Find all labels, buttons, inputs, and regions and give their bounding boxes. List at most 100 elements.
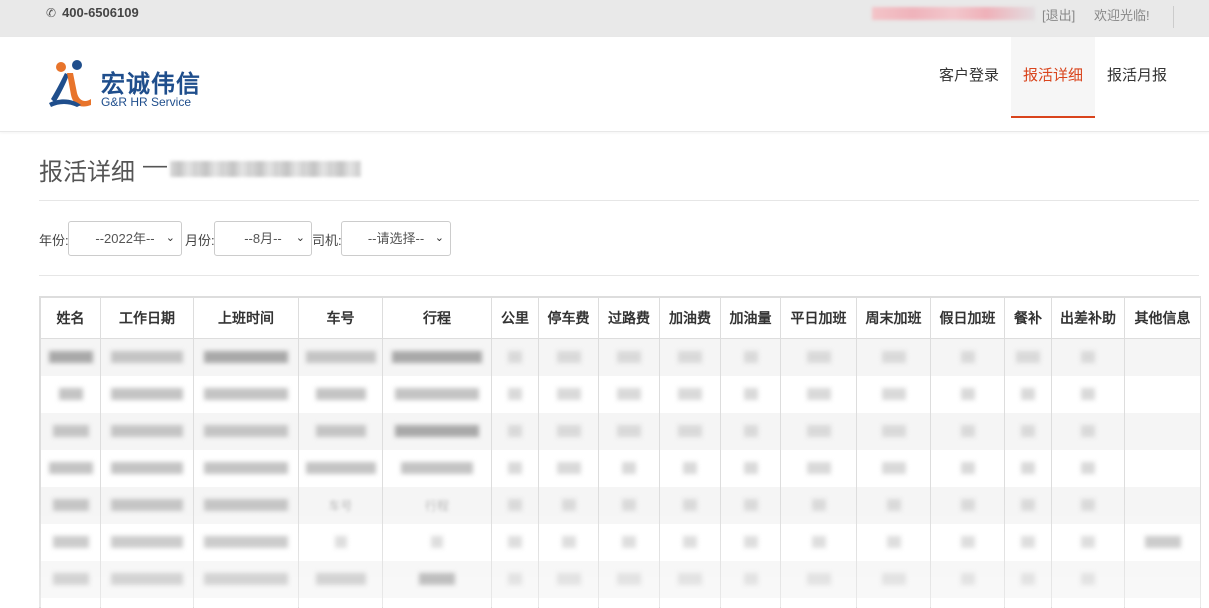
redacted-cell	[538, 338, 599, 376]
nav-report-monthly[interactable]: 报活月报	[1097, 37, 1177, 131]
redacted-cell	[491, 413, 539, 450]
redacted-cell	[193, 524, 299, 561]
redacted-cell	[720, 524, 781, 561]
redacted-title-name	[170, 161, 361, 177]
year-label: 年份:	[39, 233, 69, 248]
redacted-cell	[491, 524, 539, 561]
redacted-cell	[1051, 561, 1125, 598]
redacted-cell	[659, 450, 721, 487]
redacted-cell	[720, 413, 781, 450]
col-header-car-number[interactable]: 车号	[298, 297, 383, 339]
redacted-cell	[598, 561, 660, 598]
nav-customer-login[interactable]: 客户登录	[929, 37, 1009, 131]
redacted-cell	[382, 413, 492, 450]
col-header-weekday-overtime[interactable]: 平日加班	[780, 297, 857, 339]
redacted-cell	[538, 413, 599, 450]
table-row	[40, 561, 1200, 598]
redacted-cell	[1124, 376, 1200, 413]
redacted-cell	[1051, 524, 1125, 561]
redacted-cell	[40, 338, 101, 376]
table-row	[40, 450, 1200, 487]
col-header-travel-allowance[interactable]: 出差补助	[1051, 297, 1125, 339]
redacted-cell	[1124, 413, 1200, 450]
month-select[interactable]: --8月-- ⌄	[214, 221, 312, 256]
redacted-cell	[780, 450, 857, 487]
redacted-cell	[1124, 524, 1200, 561]
divider	[39, 200, 1199, 201]
redacted-cell	[298, 561, 383, 598]
col-header-other-info[interactable]: 其他信息	[1124, 297, 1200, 339]
redacted-cell	[1051, 413, 1125, 450]
redacted-cell	[780, 413, 857, 450]
nav-report-detail[interactable]: 报活详细	[1011, 37, 1095, 118]
col-header-holiday-overtime[interactable]: 假日加班	[930, 297, 1005, 339]
redacted-cell	[491, 338, 539, 376]
col-header-meal-allowance[interactable]: 餐补	[1004, 297, 1052, 339]
redacted-cell	[720, 338, 781, 376]
col-header-km[interactable]: 公里	[491, 297, 539, 339]
redacted-cell	[100, 376, 194, 413]
site-header: 宏诚伟信 G&R HR Service 客户登录 报活详细 报活月报	[0, 37, 1209, 132]
logout-link[interactable]: [退出]	[1042, 5, 1075, 24]
redacted-cell	[659, 338, 721, 376]
redacted-cell	[598, 450, 660, 487]
logo-icon[interactable]	[47, 59, 95, 109]
redacted-cell	[100, 487, 194, 524]
redacted-cell	[193, 561, 299, 598]
redacted-cell	[598, 524, 660, 561]
phone-icon: ✆	[46, 6, 57, 20]
redacted-cell	[1051, 376, 1125, 413]
table-row	[40, 524, 1200, 561]
col-header-start-time[interactable]: 上班时间	[193, 297, 299, 339]
redacted-cell	[1124, 338, 1200, 376]
redacted-cell	[659, 376, 721, 413]
redacted-cell	[538, 487, 599, 524]
redacted-cell	[100, 561, 194, 598]
redacted-cell	[720, 561, 781, 598]
col-header-name[interactable]: 姓名	[40, 297, 101, 339]
redacted-cell	[100, 450, 194, 487]
redacted-cell	[856, 487, 931, 524]
redacted-cell	[856, 524, 931, 561]
col-header-work-date[interactable]: 工作日期	[100, 297, 194, 339]
col-header-fuel-amount[interactable]: 加油量	[720, 297, 781, 339]
redacted-cell	[598, 376, 660, 413]
redacted-cell	[1004, 561, 1052, 598]
redacted-cell	[40, 524, 101, 561]
divider	[39, 275, 1199, 276]
redacted-cell	[720, 450, 781, 487]
redacted-cell	[930, 487, 1005, 524]
page-title: 报活详细	[39, 159, 135, 186]
redacted-cell	[100, 413, 194, 450]
redacted-cell	[720, 487, 781, 524]
col-header-weekend-overtime[interactable]: 周末加班	[856, 297, 931, 339]
year-select[interactable]: --2022年-- ⌄	[68, 221, 182, 256]
redacted-cell	[856, 338, 931, 376]
table-row	[40, 376, 1200, 413]
trip-cell: 行程	[382, 487, 492, 524]
redacted-cell	[856, 376, 931, 413]
welcome-text: 欢迎光临!	[1094, 8, 1150, 23]
redacted-cell	[780, 487, 857, 524]
report-table: 姓名 工作日期 上班时间 车号 行程 公里 停车费 过路费 加油费 加油量 平日…	[39, 296, 1201, 608]
phone-number: ✆ 400-6506109	[46, 5, 139, 20]
driver-select[interactable]: --请选择-- ⌄	[341, 221, 451, 256]
redacted-cell	[491, 561, 539, 598]
redacted-cell	[598, 413, 660, 450]
chevron-down-icon: ⌄	[295, 232, 305, 244]
redacted-cell	[40, 376, 101, 413]
logo-name-en: G&R HR Service	[101, 95, 192, 109]
col-header-fuel-fee[interactable]: 加油费	[659, 297, 721, 339]
report-table-grid: 姓名 工作日期 上班时间 车号 行程 公里 停车费 过路费 加油费 加油量 平日…	[40, 297, 1200, 608]
col-header-trip[interactable]: 行程	[382, 297, 492, 339]
redacted-cell	[382, 561, 492, 598]
col-header-parking-fee[interactable]: 停车费	[538, 297, 599, 339]
col-header-toll-fee[interactable]: 过路费	[598, 297, 660, 339]
chevron-down-icon: ⌄	[165, 232, 175, 244]
chevron-down-icon: ⌄	[434, 232, 444, 244]
redacted-cell	[780, 524, 857, 561]
redacted-cell	[193, 487, 299, 524]
driver-label: 司机:	[312, 233, 342, 248]
redacted-cell	[1004, 376, 1052, 413]
redacted-cell	[1051, 338, 1125, 376]
